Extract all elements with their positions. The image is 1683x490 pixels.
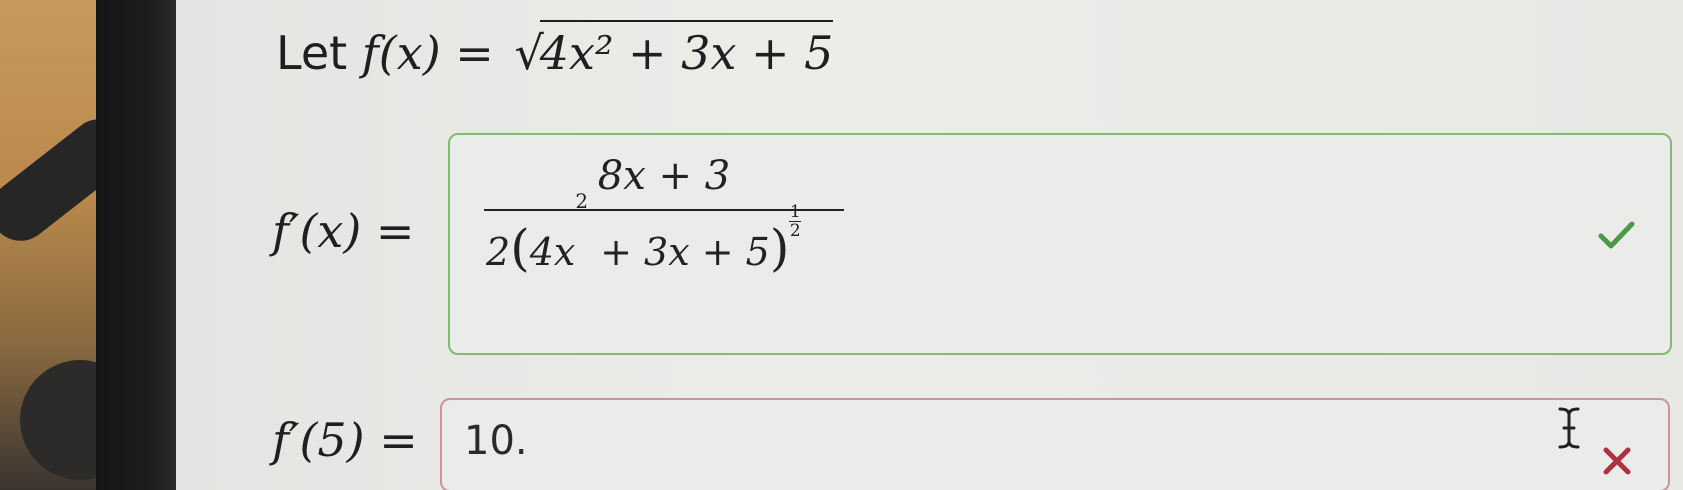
den-base: 4x xyxy=(529,230,576,274)
screen: Let f(x) = √4x² + 3x + 5 f′(x) = 8x + 3 … xyxy=(176,0,1683,490)
function-definition: Let f(x) = √4x² + 3x + 5 xyxy=(276,20,834,80)
exp-denominator: 2 xyxy=(789,221,801,241)
evaluate-input-value: 10. xyxy=(464,418,528,464)
fraction-denominator: 2(4x2 + 3x + 5) 1 2 xyxy=(484,191,844,288)
radicand: 4x² + 3x + 5 xyxy=(539,20,834,80)
evaluate-answer-input[interactable]: 10. xyxy=(440,398,1670,490)
check-icon xyxy=(1598,221,1635,249)
den-power: 2 xyxy=(575,189,589,213)
let-word: Let xyxy=(276,26,348,80)
den-close-paren: ) xyxy=(769,219,790,277)
x-icon xyxy=(1603,447,1631,475)
den-coefficient: 2 xyxy=(486,230,511,274)
derivative-label: f′(x) = xyxy=(272,204,415,258)
text-cursor-icon xyxy=(1558,407,1580,449)
evaluate-label: f′(5) = xyxy=(272,413,418,467)
den-rest: + 3x + 5 xyxy=(588,230,770,274)
derivative-answer-box[interactable]: 8x + 3 2(4x2 + 3x + 5) 1 2 xyxy=(448,133,1672,355)
exp-numerator: 1 xyxy=(789,202,801,222)
fraction-numerator: 8x + 3 xyxy=(597,153,731,199)
photo-scene: Let f(x) = √4x² + 3x + 5 f′(x) = 8x + 3 … xyxy=(0,0,1683,490)
monitor-bezel xyxy=(96,0,176,490)
derivative-fraction: 8x + 3 2(4x2 + 3x + 5) 1 2 xyxy=(484,153,844,288)
den-exponent: 12 xyxy=(789,202,802,241)
sqrt-expression: √4x² + 3x + 5 xyxy=(514,20,834,80)
den-open-paren: ( xyxy=(510,219,530,277)
function-lhs: f(x) = xyxy=(361,26,494,80)
